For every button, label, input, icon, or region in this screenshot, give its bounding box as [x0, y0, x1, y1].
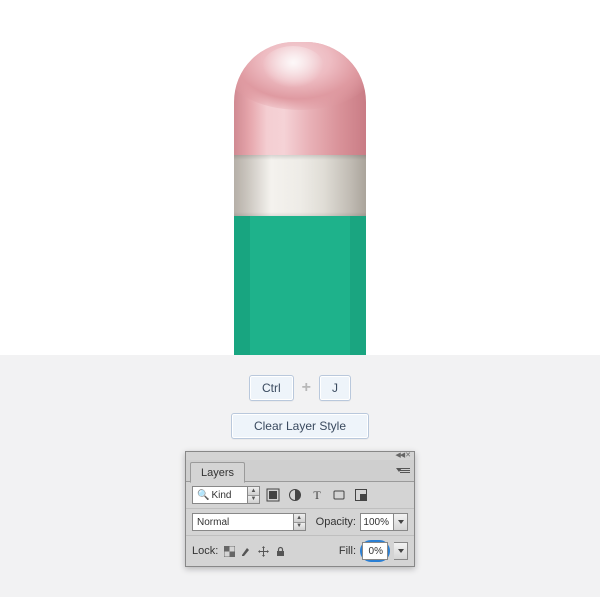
panel-menu-button[interactable]	[396, 463, 412, 477]
blend-mode-dropdown[interactable]: Normal ▲▼	[192, 513, 306, 531]
shortcut-row: Ctrl + J	[0, 375, 600, 401]
pencil-illustration	[234, 0, 366, 355]
fill-highlight: 0%	[360, 540, 390, 562]
svg-text:T: T	[313, 488, 321, 502]
filter-kind-dropdown[interactable]: 🔍 Kind ▲▼	[192, 486, 260, 504]
opacity-label: Opacity:	[316, 516, 356, 528]
lock-label: Lock:	[192, 545, 218, 557]
lock-fill-row: Lock: Fill:	[186, 535, 414, 566]
pencil-eraser	[234, 42, 366, 162]
filter-adjustment-icon[interactable]	[286, 486, 304, 504]
filter-pixel-icon[interactable]	[264, 486, 282, 504]
key-ctrl: Ctrl	[249, 375, 294, 401]
panel-collapse-grip[interactable]: ◀◀ ✕	[186, 452, 414, 460]
blend-opacity-row: Normal ▲▼ Opacity: 100%	[186, 508, 414, 535]
opacity-field[interactable]: 100%	[360, 513, 408, 531]
fill-value: 0%	[362, 542, 388, 560]
opacity-dropdown-caret[interactable]	[394, 513, 408, 531]
tab-layers[interactable]: Layers	[190, 462, 245, 483]
pencil-shaft	[234, 216, 366, 355]
pencil-ferrule	[234, 155, 366, 217]
clear-layer-style-button[interactable]: Clear Layer Style	[231, 413, 369, 439]
search-icon: 🔍	[197, 490, 209, 501]
lock-position-icon[interactable]	[256, 544, 270, 558]
filter-shape-icon[interactable]	[330, 486, 348, 504]
layers-panel: ◀◀ ✕ Layers 🔍 Kind ▲▼	[185, 451, 415, 567]
plus-icon: +	[302, 379, 311, 397]
opacity-value: 100%	[360, 513, 394, 531]
canvas-area	[0, 0, 600, 355]
layer-filter-row: 🔍 Kind ▲▼ T	[186, 482, 414, 508]
panel-tabbar: Layers	[186, 460, 414, 482]
filter-kind-label: Kind	[211, 490, 231, 501]
lock-transparency-icon[interactable]	[222, 544, 236, 558]
lock-all-icon[interactable]	[273, 544, 287, 558]
fill-field[interactable]: 0%	[362, 542, 388, 560]
fill-label: Fill:	[339, 545, 356, 557]
key-j: J	[319, 375, 351, 401]
filter-type-icon[interactable]: T	[308, 486, 326, 504]
filter-smartobject-icon[interactable]	[352, 486, 370, 504]
lock-pixels-icon[interactable]	[239, 544, 253, 558]
fill-dropdown-caret[interactable]	[394, 542, 408, 560]
instruction-area: Ctrl + J Clear Layer Style ◀◀ ✕ Layers 🔍…	[0, 355, 600, 597]
blend-mode-value: Normal	[192, 513, 294, 531]
